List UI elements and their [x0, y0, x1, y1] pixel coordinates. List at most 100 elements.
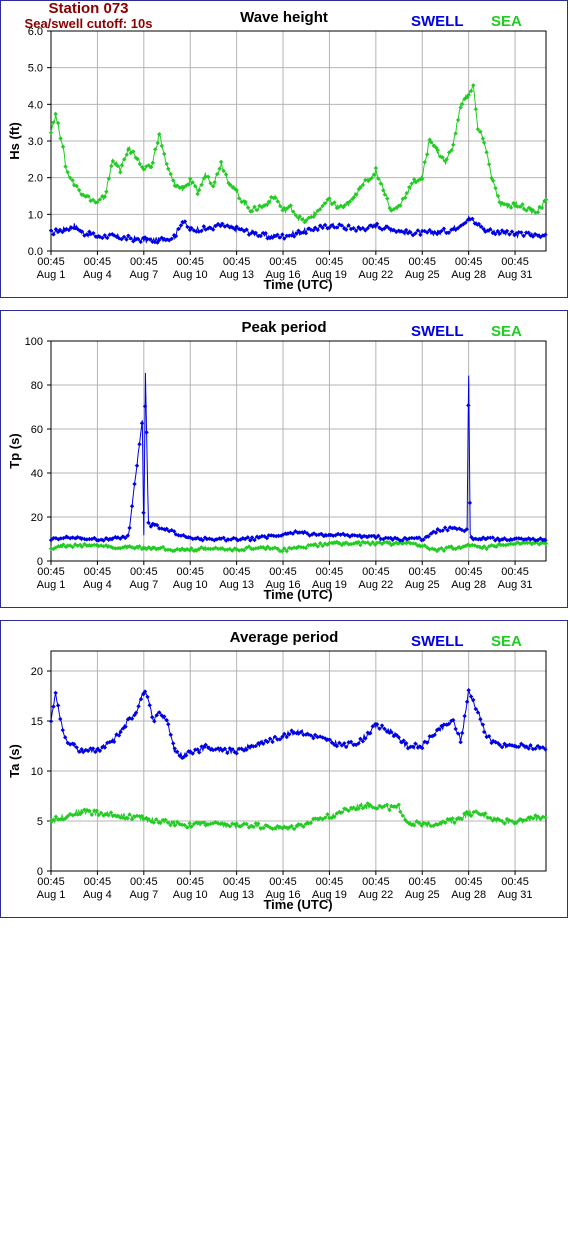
x-tick-date: Aug 22	[358, 889, 393, 901]
swell-data-point	[280, 232, 285, 237]
x-tick-time: 00:45	[455, 876, 483, 888]
sea-data-point	[104, 189, 109, 194]
swell-data-point	[462, 713, 467, 719]
swell-data-point	[134, 463, 140, 468]
sea-data-point	[164, 161, 169, 167]
sea-data-point	[168, 171, 173, 177]
swell-data-point	[127, 525, 132, 531]
swell-data-point	[138, 239, 143, 245]
sea-data-point	[159, 143, 164, 149]
sea-data-point	[381, 188, 386, 193]
x-tick-date: Aug 10	[173, 579, 208, 591]
legend-swell: SWELL	[411, 323, 464, 340]
swell-data-point	[136, 704, 141, 709]
legend-sea: SEA	[491, 13, 522, 30]
sea-data-point	[455, 117, 461, 123]
chart-title: Wave height	[240, 9, 328, 26]
x-tick-time: 00:45	[316, 256, 344, 268]
swell-data-point	[141, 510, 146, 515]
y-axis-label: Hs (ft)	[7, 122, 22, 160]
x-tick-date: Aug 22	[358, 269, 393, 281]
peak-period-chart: Peak period SWELL SEATp (s)02040608010000:…	[7, 319, 549, 602]
x-tick-time: 00:45	[316, 566, 344, 578]
swell-data-point	[60, 727, 65, 733]
x-tick-time: 00:45	[37, 566, 65, 578]
swell-data-point	[466, 403, 471, 408]
legend-sea: SEA	[491, 633, 522, 650]
sea-data-point	[484, 150, 489, 155]
sea-data-point	[217, 166, 222, 171]
sea-data-point	[150, 160, 155, 165]
sea-data-point	[486, 162, 492, 167]
swell-data-point	[48, 719, 54, 724]
legend-swell: SWELL	[411, 633, 464, 650]
x-tick-time: 00:45	[455, 256, 483, 268]
x-tick-date: Aug 4	[83, 889, 112, 901]
sea-data-point	[223, 172, 229, 177]
swell-data-point	[55, 703, 61, 708]
sea-data-point	[425, 152, 430, 157]
x-tick-date: Aug 31	[498, 579, 533, 591]
x-axis-label: Time (UTC)	[263, 277, 332, 292]
x-tick-date: Aug 4	[83, 579, 112, 591]
sea-data-point	[218, 159, 224, 165]
x-tick-time: 00:45	[84, 566, 112, 578]
swell-data-point	[379, 723, 385, 728]
x-tick-date: Aug 1	[37, 579, 66, 591]
swell-data-point	[51, 704, 56, 709]
swell-data-point	[468, 694, 474, 699]
y-tick-label: 80	[31, 380, 43, 392]
sea-data-point	[471, 83, 476, 88]
sea-data-point	[450, 142, 456, 147]
sea-data-point	[53, 111, 58, 117]
sea-data-point	[373, 165, 379, 171]
x-tick-date: Aug 31	[498, 269, 533, 281]
sea-series	[48, 801, 548, 832]
x-tick-time: 00:45	[176, 876, 204, 888]
y-tick-label: 5.0	[28, 63, 43, 75]
swell-data-point	[53, 690, 58, 696]
swell-data-point	[459, 730, 465, 736]
sea-data-point	[493, 185, 498, 191]
swell-data-point	[145, 694, 150, 700]
swell-data-point	[149, 715, 155, 720]
x-axis-label: Time (UTC)	[263, 587, 332, 602]
y-tick-label: 15	[31, 716, 43, 728]
x-tick-time: 00:45	[501, 876, 529, 888]
x-tick-date: Aug 28	[451, 579, 486, 591]
swell-data-point	[453, 726, 458, 732]
sea-data-point	[480, 136, 486, 141]
sea-data-point	[453, 131, 458, 136]
x-tick-date: Aug 28	[451, 889, 486, 901]
swell-data-point	[458, 740, 463, 745]
y-tick-label: 20	[31, 512, 43, 524]
x-tick-time: 00:45	[362, 566, 390, 578]
y-tick-label: 2.0	[28, 173, 43, 185]
x-tick-date: Aug 7	[129, 269, 158, 281]
x-tick-time: 00:45	[501, 566, 529, 578]
y-tick-label: 4.0	[28, 99, 43, 111]
peak-period-panel: Peak period SWELL SEA Tp (s) 0 20 40 60 80 100 00:…	[0, 310, 568, 608]
swell-data-point	[166, 722, 171, 727]
x-tick-date: Aug 13	[219, 889, 254, 901]
sea-data-point	[137, 161, 142, 167]
y-tick-label: 1.0	[28, 209, 43, 221]
sea-data-point	[473, 106, 478, 112]
sea-data-point	[195, 191, 200, 197]
x-tick-date: Aug 1	[37, 889, 66, 901]
x-tick-date: Aug 10	[173, 269, 208, 281]
y-tick-label: 20	[31, 666, 43, 678]
x-tick-time: 00:45	[269, 256, 297, 268]
x-tick-time: 00:45	[130, 256, 158, 268]
sea-data-point	[48, 130, 54, 135]
swell-data-point	[519, 230, 524, 235]
swell-data-point	[51, 232, 56, 237]
average-period-panel: Average period SWELL SEA Ta (s) 0 5 10 15 20 00:4…	[0, 620, 568, 918]
x-tick-time: 00:45	[176, 566, 204, 578]
x-tick-time: 00:45	[130, 566, 158, 578]
sea-data-point	[118, 170, 123, 175]
x-tick-date: Aug 25	[405, 889, 440, 901]
x-tick-time: 00:45	[269, 876, 297, 888]
x-tick-date: Aug 25	[405, 269, 440, 281]
x-tick-date: Aug 4	[83, 269, 112, 281]
